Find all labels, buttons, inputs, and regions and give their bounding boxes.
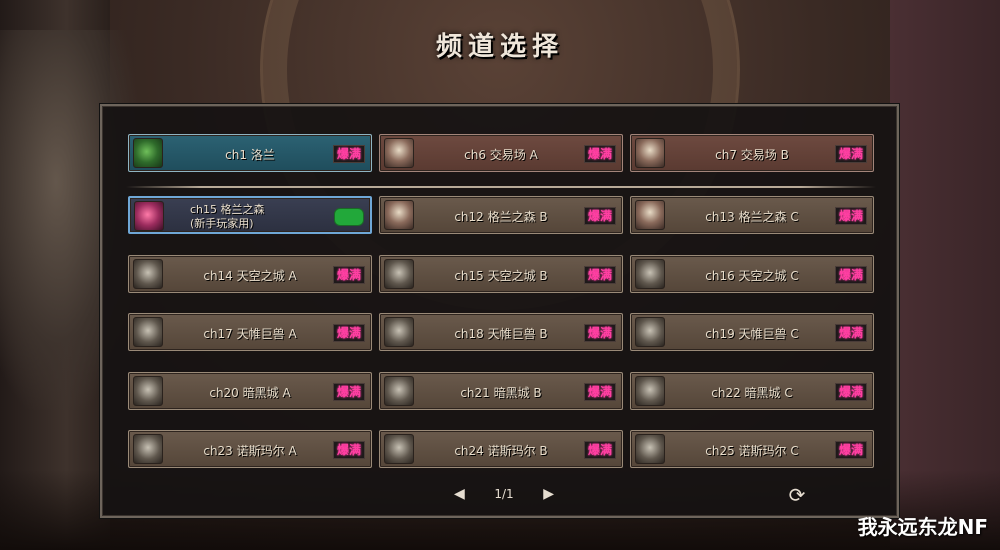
channel-item[interactable]: ch25 诺斯玛尔 C 爆满 [630, 430, 874, 468]
channel-label: ch19 天帷巨兽 C [705, 326, 799, 341]
status-badge: 爆满 [583, 266, 616, 284]
channel-label: ch21 暗黑城 B [460, 385, 542, 400]
beast-icon [635, 259, 665, 289]
beast-icon [133, 434, 163, 464]
trader-icon [384, 200, 414, 230]
status-badge: 爆满 [583, 441, 616, 459]
leaf-icon [133, 138, 163, 168]
channel-item[interactable]: ch19 天帷巨兽 C 爆满 [630, 313, 874, 351]
channel-label: ch24 诺斯玛尔 B [454, 443, 548, 458]
channel-label-line2: (新手玩家用) [190, 217, 254, 230]
channel-item[interactable]: ch24 诺斯玛尔 B 爆满 [379, 430, 623, 468]
background-right-pillar [890, 0, 1000, 550]
status-badge: 爆满 [834, 266, 867, 284]
status-badge: 爆满 [834, 324, 867, 342]
status-badge: 爆满 [834, 207, 867, 225]
channel-label: ch15 天空之城 B [454, 268, 548, 283]
channel-label: ch14 天空之城 A [203, 268, 297, 283]
next-page-icon[interactable]: ▶ [543, 486, 554, 502]
channel-label: ch23 诺斯玛尔 A [203, 443, 297, 458]
channel-item[interactable]: ch20 暗黑城 A 爆满 [128, 372, 372, 410]
channel-label: ch20 暗黑城 A [209, 385, 291, 400]
channel-item-selected[interactable]: ch15 格兰之森 (新手玩家用) [128, 196, 372, 234]
beast-icon [133, 259, 163, 289]
channel-item[interactable]: ch13 格兰之森 C 爆满 [630, 196, 874, 234]
trader-icon [384, 138, 414, 168]
channel-item[interactable]: ch21 暗黑城 B 爆满 [379, 372, 623, 410]
beast-icon [133, 376, 163, 406]
channel-item[interactable]: ch7 交易场 B 爆满 [630, 134, 874, 172]
beast-icon [384, 317, 414, 347]
status-badge: 爆满 [583, 383, 616, 401]
channel-label: ch13 格兰之森 C [705, 209, 799, 224]
trader-icon [635, 138, 665, 168]
channel-label: ch16 天空之城 C [705, 268, 799, 283]
channel-label: ch12 格兰之森 B [454, 209, 548, 224]
channel-label: ch7 交易场 B [715, 147, 789, 162]
status-badge: 爆满 [583, 207, 616, 225]
channel-item[interactable]: ch12 格兰之森 B 爆满 [379, 196, 623, 234]
girl-icon [134, 201, 164, 231]
page-title: 频道选择 [435, 32, 564, 62]
status-badge: 爆满 [332, 145, 365, 163]
status-badge: 爆满 [332, 324, 365, 342]
status-badge: 爆满 [583, 324, 616, 342]
channel-item[interactable]: ch23 诺斯玛尔 A 爆满 [128, 430, 372, 468]
channel-item[interactable]: ch16 天空之城 C 爆满 [630, 255, 874, 293]
channel-label-line1: ch15 格兰之森 [190, 203, 265, 216]
channel-label: ch17 天帷巨兽 A [203, 326, 297, 341]
status-badge: 爆满 [332, 266, 365, 284]
channel-item[interactable]: ch22 暗黑城 C 爆满 [630, 372, 874, 410]
divider [126, 186, 876, 188]
beast-icon [133, 317, 163, 347]
page-indicator: 1/1 [494, 487, 514, 501]
status-badge: 爆满 [332, 441, 365, 459]
channel-label: ch22 暗黑城 C [711, 385, 793, 400]
pagination: ◀ 1/1 ▶ [454, 484, 554, 504]
beast-icon [384, 434, 414, 464]
channel-item[interactable]: ch6 交易场 A 爆满 [379, 134, 623, 172]
status-badge: 爆满 [834, 441, 867, 459]
channel-item[interactable]: ch18 天帷巨兽 B 爆满 [379, 313, 623, 351]
channel-label: ch15 格兰之森 (新手玩家用) [190, 198, 320, 236]
channel-label: ch18 天帷巨兽 B [454, 326, 548, 341]
beast-icon [384, 376, 414, 406]
channel-select-panel: ch1 洛兰 爆满 ch6 交易场 A 爆满 ch7 交易场 B 爆满 ch15… [100, 104, 899, 518]
beast-icon [635, 376, 665, 406]
channel-label: ch1 洛兰 [225, 147, 275, 162]
beast-icon [635, 434, 665, 464]
status-badge: 爆满 [332, 383, 365, 401]
trader-icon [635, 200, 665, 230]
channel-item[interactable]: ch17 天帷巨兽 A 爆满 [128, 313, 372, 351]
status-badge-ok [334, 208, 364, 226]
channel-item[interactable]: ch1 洛兰 爆满 [128, 134, 372, 172]
watermark: 我永远东龙NF [857, 515, 988, 539]
prev-page-icon[interactable]: ◀ [454, 486, 465, 502]
channel-item[interactable]: ch14 天空之城 A 爆满 [128, 255, 372, 293]
beast-icon [635, 317, 665, 347]
channel-item[interactable]: ch15 天空之城 B 爆满 [379, 255, 623, 293]
channel-label: ch25 诺斯玛尔 C [705, 443, 799, 458]
refresh-icon[interactable]: ⟳ [786, 484, 808, 506]
beast-icon [384, 259, 414, 289]
status-badge: 爆满 [583, 145, 616, 163]
channel-label: ch6 交易场 A [464, 147, 538, 162]
status-badge: 爆满 [834, 383, 867, 401]
status-badge: 爆满 [834, 145, 867, 163]
